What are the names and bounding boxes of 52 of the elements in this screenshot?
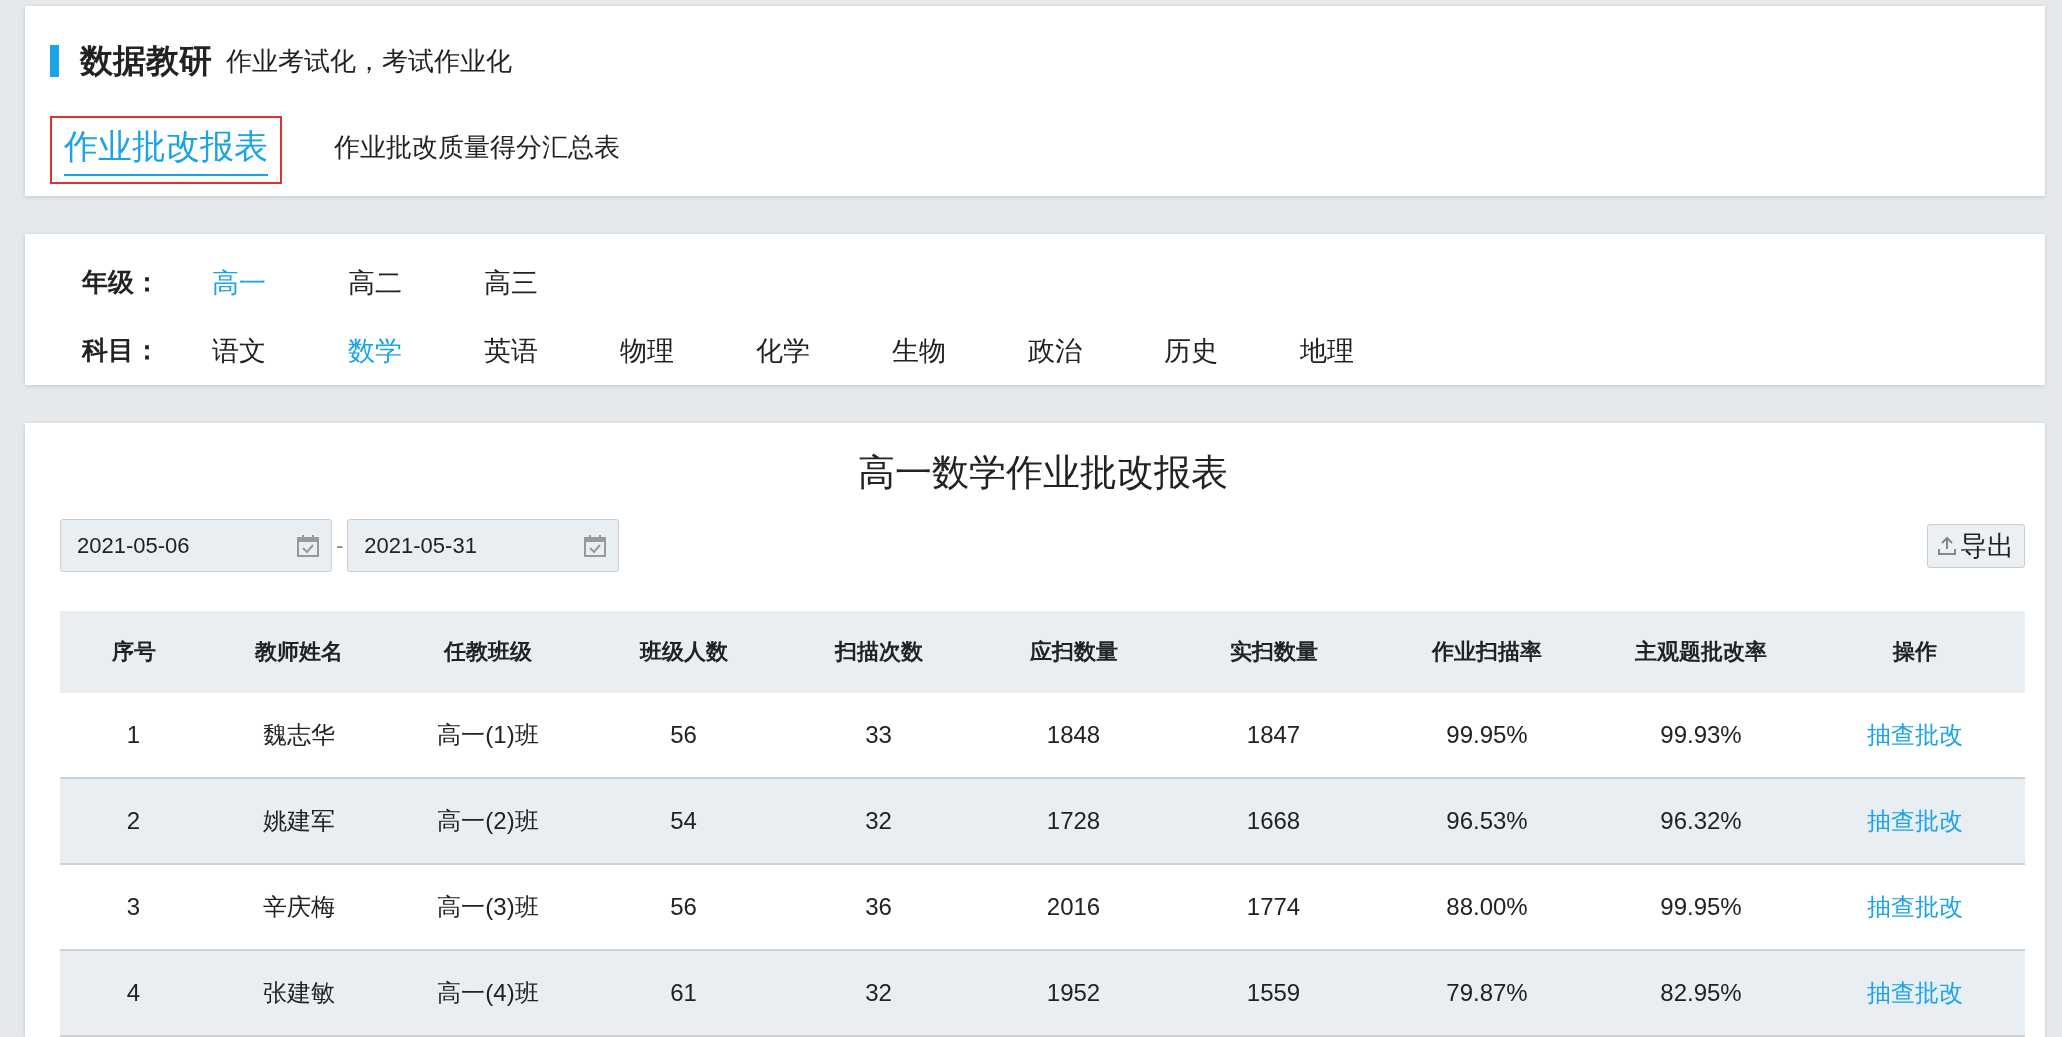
table-cell: 96.53%	[1376, 778, 1598, 864]
calendar-icon	[297, 534, 319, 557]
date-field[interactable]: 2021-05-31	[347, 519, 620, 572]
column-header: 教师姓名	[207, 611, 390, 693]
filter-option[interactable]: 生物	[892, 332, 1028, 369]
table-cell: 96.32%	[1598, 778, 1804, 864]
table-cell: 高一(4)班	[390, 950, 586, 1036]
date-field[interactable]: 2021-05-06	[60, 519, 332, 572]
table-cell: 61	[586, 950, 781, 1036]
table-cell: 张建敏	[207, 950, 390, 1036]
table-cell: 1728	[976, 778, 1171, 864]
column-header: 操作	[1804, 611, 2025, 693]
tab[interactable]: 作业批改质量得分汇总表	[320, 121, 634, 179]
column-header: 班级人数	[586, 611, 781, 693]
page-slogan: 作业考试化，考试作业化	[226, 44, 512, 78]
filter-option[interactable]: 政治	[1028, 332, 1164, 369]
column-header: 扫描次数	[781, 611, 976, 693]
upload-icon	[1938, 535, 1956, 556]
column-header: 任教班级	[390, 611, 586, 693]
column-header: 实扫数量	[1171, 611, 1376, 693]
column-header: 序号	[60, 611, 207, 693]
column-header: 主观题批改率	[1598, 611, 1804, 693]
filter-option[interactable]: 语文	[212, 332, 348, 369]
table-cell: 32	[781, 950, 976, 1036]
table-cell: 82.95%	[1598, 950, 1804, 1036]
calendar-icon	[584, 534, 607, 557]
table-cell: 1559	[1171, 950, 1376, 1036]
filter-option[interactable]: 高三	[484, 264, 620, 301]
table-cell: 高一(2)班	[390, 778, 586, 864]
column-header: 应扫数量	[976, 611, 1171, 693]
column-header: 作业扫描率	[1376, 611, 1598, 693]
filter-option[interactable]: 英语	[484, 332, 620, 369]
date-separator: -	[336, 532, 344, 559]
report-title: 高一数学作业批改报表	[856, 451, 1229, 495]
filter-option[interactable]: 高二	[348, 264, 484, 301]
table-cell: 4	[60, 950, 207, 1036]
page-title: 数据教研	[80, 40, 212, 81]
table-cell: 1952	[976, 950, 1171, 1036]
table-cell: 2	[60, 778, 207, 864]
table-cell: 32	[781, 778, 976, 864]
accent-bar	[50, 45, 59, 77]
filter-option[interactable]: 历史	[1164, 332, 1300, 369]
filter-option[interactable]: 物理	[620, 332, 756, 369]
table-cell: 54	[586, 778, 781, 864]
filter-label: 科目：	[82, 334, 161, 368]
filter-label: 年级：	[82, 266, 161, 300]
table-cell: 1668	[1171, 778, 1376, 864]
filter-option[interactable]: 地理	[1300, 332, 1436, 369]
table-cell: 79.87%	[1376, 950, 1598, 1036]
export-button[interactable]: 导出	[1927, 523, 2025, 568]
filter-option[interactable]: 化学	[756, 332, 892, 369]
table-cell: 姚建军	[207, 778, 390, 864]
